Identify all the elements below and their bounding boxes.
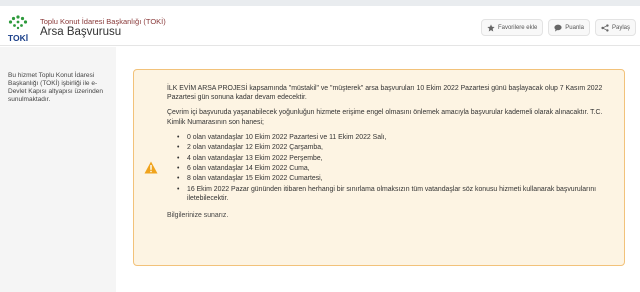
share-button[interactable]: Paylaş [594,19,636,36]
warning-notice: İLK EVİM ARSA PROJESİ kapsamında "müstak… [133,69,625,266]
favorite-label: Favorilere ekle [497,24,538,31]
share-icon [601,23,609,32]
favorite-button[interactable]: Favorilere ekle [480,19,544,36]
page-header: TOKİ Toplu Konut İdaresi Başkanlığı (TOK… [0,6,640,46]
schedule-list: 0 olan vatandaşlar 10 Ekim 2022 Pazartes… [177,133,622,203]
notice-paragraph-dates: İLK EVİM ARSA PROJESİ kapsamında "müstak… [167,85,603,102]
toki-logo[interactable]: TOKİ [6,14,30,44]
star-icon [487,23,495,31]
list-item: 6 olan vatandaşlar 14 Ekim 2022 Cuma, [177,164,622,173]
institution-name[interactable]: Toplu Konut İdaresi Başkanlığı (TOKİ) [40,17,166,26]
list-item: 16 Ekim 2022 Pazar gününden itibaren her… [177,185,622,203]
sidebar: Bu hizmet Toplu Konut İdaresi Başkanlığı… [0,47,116,292]
notice-body: İLK EVİM ARSA PROJESİ kapsamında "müstak… [167,84,622,220]
notice-paragraph-schedule: Çevrim içi başvuruda yaşanabilecek yoğun… [167,109,603,126]
share-label: Paylaş [611,24,630,31]
page-title: Arsa Başvurusu [40,26,122,38]
rate-button[interactable]: Puanla [548,19,590,36]
svg-text:TOKİ: TOKİ [8,33,28,43]
rate-label: Puanla [565,24,584,31]
list-item: 0 olan vatandaşlar 10 Ekim 2022 Pazartes… [177,133,622,142]
list-item: 8 olan vatandaşlar 15 Ekim 2022 Cumartes… [177,174,622,183]
warning-icon [144,161,158,174]
speech-bubble-icon [554,24,562,32]
list-item: 2 olan vatandaşlar 12 Ekim 2022 Çarşamba… [177,143,622,152]
list-item: 4 olan vatandaşlar 13 Ekim 2022 Perşembe… [177,154,622,163]
notice-closing: Bilgilerinize sunarız. [167,212,229,220]
service-provider-text: Bu hizmet Toplu Konut İdaresi Başkanlığı… [8,72,104,103]
header-actions: Favorilere ekle Puanla Paylaş [480,19,636,36]
